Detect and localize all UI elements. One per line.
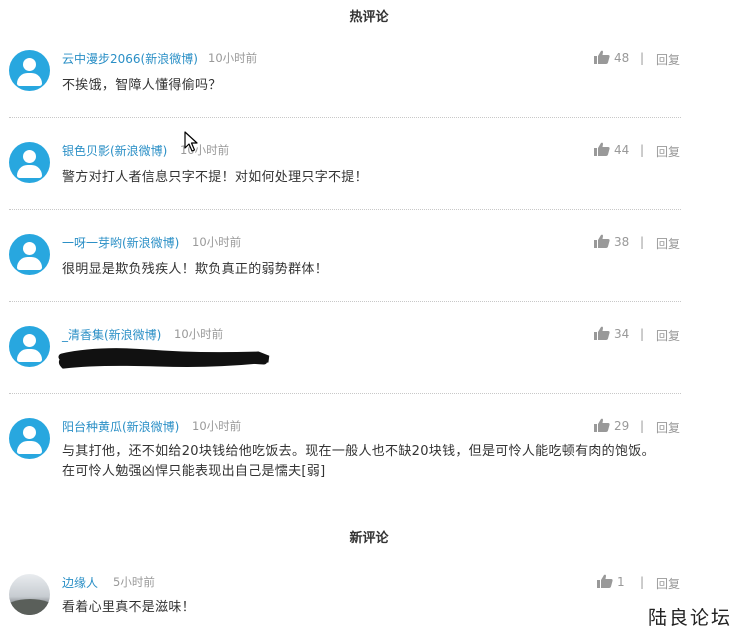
thumbs-up-icon[interactable] — [597, 574, 613, 588]
thumbs-up-icon[interactable] — [594, 326, 610, 340]
comment-text: 很明显是欺负残疾人！欺负真正的弱势群体！ — [62, 262, 329, 277]
like-count: 29 — [614, 419, 630, 433]
reply-button[interactable]: 回复 — [656, 327, 680, 344]
separator: | — [640, 575, 645, 589]
separator: | — [640, 327, 645, 341]
comment-text: 与其打他，还不如给20块钱给他吃饭去。现在一般人也不缺20块钱，但是可怜人能吃顿… — [62, 444, 655, 479]
reply-button[interactable]: 回复 — [656, 419, 680, 436]
hot-comments-title: 热评论 — [349, 10, 389, 25]
user-avatar-icon[interactable] — [9, 142, 50, 183]
thumbs-up-icon[interactable] — [594, 418, 610, 432]
like-count: 1 — [617, 575, 625, 589]
comment-time: 5小时前 — [113, 575, 155, 589]
separator: | — [640, 143, 645, 157]
comment-author[interactable]: 云中漫步2066(新浪微博) — [62, 50, 198, 67]
comment-author[interactable]: _清香集(新浪微博) — [62, 326, 161, 343]
separator: | — [640, 419, 645, 433]
user-avatar-icon[interactable] — [9, 50, 50, 91]
user-avatar-icon[interactable] — [9, 326, 50, 367]
divider — [9, 301, 681, 302]
thumbs-up-icon[interactable] — [594, 234, 610, 248]
reply-button[interactable]: 回复 — [656, 51, 680, 68]
like-count: 34 — [614, 327, 630, 341]
reply-button[interactable]: 回复 — [656, 235, 680, 252]
watermark: 陆良论坛 — [647, 607, 732, 629]
user-avatar-icon[interactable] — [9, 418, 50, 459]
comment-author[interactable]: 银色贝影(新浪微博) — [62, 142, 167, 159]
user-avatar-icon[interactable] — [9, 234, 50, 275]
comment-text: 不挨饿，智障人懂得偷吗？ — [62, 78, 222, 93]
comment-author[interactable]: 边缘人 — [62, 574, 98, 591]
divider — [9, 393, 681, 394]
like-count: 38 — [614, 235, 630, 249]
comment-text: 警方对打人者信息只字不提！对如何处理只字不提！ — [62, 170, 368, 185]
thumbs-up-icon[interactable] — [594, 142, 610, 156]
comment-text: 看着心里真不是滋味！ — [62, 600, 196, 615]
separator: | — [640, 51, 645, 65]
separator: | — [640, 235, 645, 249]
thumbs-up-icon[interactable] — [594, 50, 610, 64]
mouse-pointer-icon — [184, 131, 198, 152]
divider — [9, 209, 681, 210]
comment-time: 10小时前 — [192, 419, 242, 433]
comment-time: 10小时前 — [208, 51, 258, 65]
reply-button[interactable]: 回复 — [656, 575, 680, 592]
like-count: 48 — [614, 51, 630, 65]
comment-time: 10小时前 — [192, 235, 242, 249]
redaction-scribble — [58, 348, 270, 369]
like-count: 44 — [614, 143, 630, 157]
comment-author[interactable]: 阳台种黄瓜(新浪微博) — [62, 418, 179, 435]
new-comments-title: 新评论 — [349, 531, 389, 546]
comment-author[interactable]: 一呀一芽哟(新浪微博) — [62, 234, 179, 251]
comment-time: 10小时前 — [174, 327, 224, 341]
user-avatar-icon[interactable] — [9, 574, 50, 615]
divider — [9, 117, 681, 118]
reply-button[interactable]: 回复 — [656, 143, 680, 160]
